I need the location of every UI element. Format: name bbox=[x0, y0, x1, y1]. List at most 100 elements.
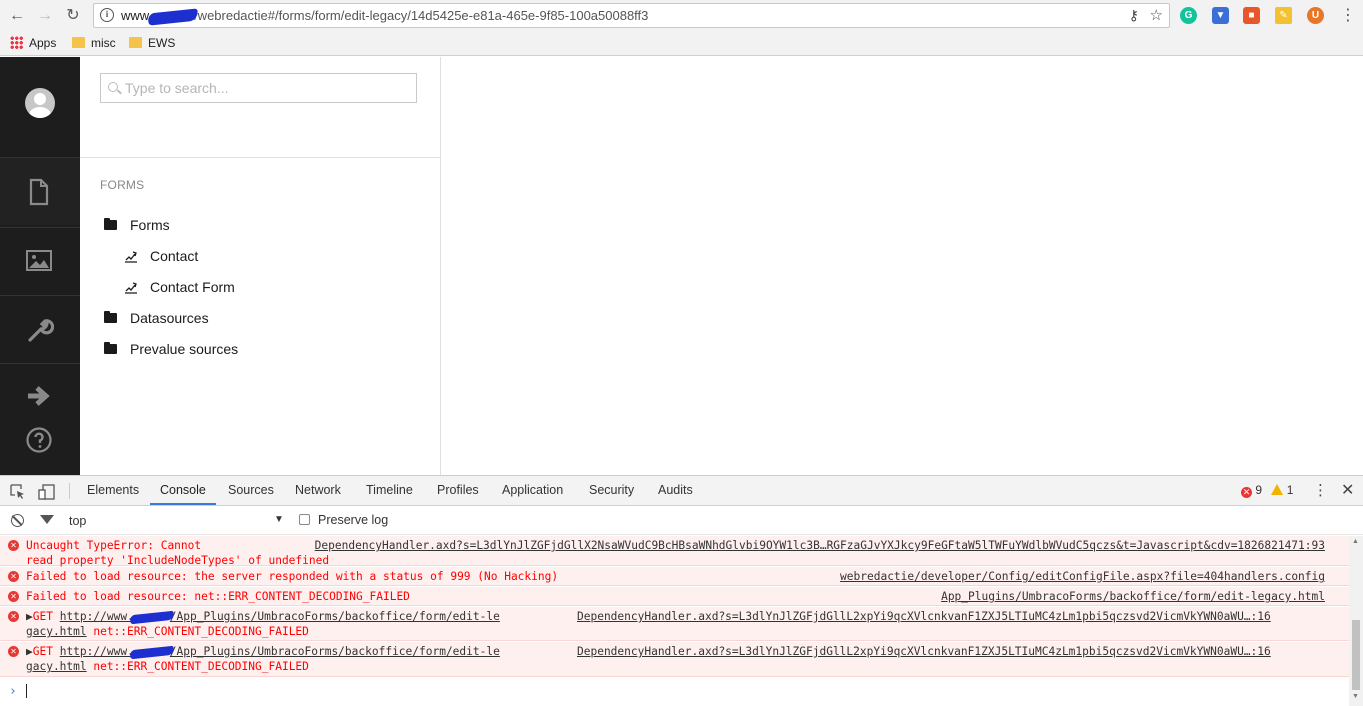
chevron-down-icon[interactable]: ▼ bbox=[274, 514, 284, 525]
error-text: ▶GET http://www. /App_Plugins/UmbracoForm… bbox=[26, 644, 500, 674]
error-icon: ✕ bbox=[8, 611, 19, 622]
bookmark-label: EWS bbox=[148, 36, 176, 50]
form-icon bbox=[125, 282, 137, 294]
help-icon[interactable] bbox=[26, 426, 54, 454]
tab-elements[interactable]: Elements bbox=[87, 483, 139, 497]
request-url-link[interactable]: http://www. /App_Plugins/UmbracoForms/bac… bbox=[60, 610, 500, 624]
tab-audits[interactable]: Audits bbox=[658, 483, 693, 497]
scroll-up-icon[interactable]: ▲ bbox=[1352, 538, 1359, 545]
warning-icon bbox=[1271, 484, 1284, 495]
reload-icon[interactable]: ↻ bbox=[63, 6, 83, 26]
forward-arrow-icon[interactable]: → bbox=[35, 6, 55, 26]
error-icon: ✕ bbox=[8, 571, 19, 582]
extension-icon[interactable]: ■ bbox=[1243, 7, 1260, 24]
console-input[interactable] bbox=[26, 684, 27, 698]
error-icon: ✕ bbox=[8, 540, 19, 551]
apps-grid-icon bbox=[10, 36, 23, 49]
tab-network[interactable]: Network bbox=[295, 483, 341, 497]
request-url-link[interactable]: http://www. /App_Plugins/UmbracoForms/bac… bbox=[60, 645, 500, 659]
section-media[interactable] bbox=[0, 227, 80, 295]
search-input[interactable] bbox=[125, 79, 405, 97]
device-mode-icon[interactable] bbox=[38, 484, 56, 500]
tab-application[interactable]: Application bbox=[502, 483, 563, 497]
source-link[interactable]: webredactie/developer/Config/editConfigF… bbox=[840, 569, 1325, 584]
section-settings[interactable] bbox=[0, 295, 80, 363]
folder-icon bbox=[129, 37, 142, 48]
tree-node-label: Datasources bbox=[130, 310, 209, 326]
media-icon bbox=[26, 250, 52, 271]
folder-icon bbox=[104, 342, 117, 354]
info-icon[interactable]: i bbox=[100, 8, 114, 22]
tab-timeline[interactable]: Timeline bbox=[366, 483, 413, 497]
source-link[interactable]: App_Plugins/UmbracoForms/backoffice/form… bbox=[941, 589, 1325, 604]
tab-security[interactable]: Security bbox=[589, 483, 634, 497]
key-icon[interactable]: ⚷ bbox=[1129, 7, 1139, 24]
url-text[interactable]: www./webredactie#/forms/form/edit-legacy… bbox=[121, 7, 648, 26]
separator bbox=[69, 483, 70, 499]
bookmarks-bar: Apps misc EWS bbox=[0, 32, 1363, 56]
console-scrollbar[interactable]: ▲ ▼ bbox=[1349, 536, 1363, 706]
checkbox[interactable] bbox=[299, 514, 310, 525]
warning-count: 1 bbox=[1286, 483, 1294, 497]
devtools-panel: Elements Console Sources Network Timelin… bbox=[0, 475, 1363, 706]
expand-triangle-icon[interactable]: ▶ bbox=[26, 645, 33, 658]
tree-heading: FORMS bbox=[100, 178, 145, 192]
star-icon[interactable]: ☆ bbox=[1150, 6, 1163, 24]
console-toolbar: top ▼ Preserve log bbox=[0, 507, 1363, 535]
url-part: /App_Plugins/UmbracoForms/backoffice/for… bbox=[169, 645, 500, 658]
console-error-row[interactable]: ✕ ▶GET http://www. /App_Plugins/UmbracoFo… bbox=[0, 642, 1349, 677]
scroll-thumb[interactable] bbox=[1352, 620, 1360, 690]
console-messages: ✕ Uncaught TypeError: Cannot read proper… bbox=[0, 536, 1349, 706]
tree-search[interactable] bbox=[100, 73, 417, 103]
error-text-line: read property 'IncludeNodeTypes' of unde… bbox=[26, 554, 330, 567]
console-error-row[interactable]: ✕ Failed to load resource: the server re… bbox=[0, 567, 1349, 586]
editor-content-area bbox=[441, 57, 1363, 475]
tab-console[interactable]: Console bbox=[160, 483, 206, 497]
back-arrow-icon[interactable]: ← bbox=[7, 6, 27, 26]
devtools-menu-icon[interactable]: ⋮ bbox=[1313, 481, 1328, 499]
source-link[interactable]: DependencyHandler.axd?s=L3dlYnJlZGFjdGll… bbox=[315, 538, 1325, 553]
grammarly-extension-icon[interactable]: G bbox=[1180, 7, 1197, 24]
browser-toolbar: ← → ↻ i www./webredactie#/forms/form/edi… bbox=[0, 0, 1363, 32]
scroll-down-icon[interactable]: ▼ bbox=[1352, 693, 1359, 700]
console-error-row[interactable]: ✕ Uncaught TypeError: Cannot read proper… bbox=[0, 536, 1349, 567]
request-url-link[interactable]: gacy.html bbox=[26, 660, 87, 673]
bookmark-ews[interactable]: EWS bbox=[129, 36, 175, 50]
error-text-line: Uncaught TypeError: Cannot bbox=[26, 539, 202, 552]
extension-icon[interactable]: U bbox=[1307, 7, 1324, 24]
address-bar[interactable]: i www./webredactie#/forms/form/edit-lega… bbox=[93, 3, 1170, 28]
url-part: /App_Plugins/UmbracoForms/backoffice/for… bbox=[169, 610, 500, 623]
inspect-element-icon[interactable] bbox=[10, 484, 26, 500]
tree-node-label: Contact Form bbox=[150, 279, 235, 295]
source-link[interactable]: DependencyHandler.axd?s=L3dlYnJlZGFjdGll… bbox=[577, 609, 1271, 624]
filter-icon[interactable] bbox=[40, 515, 54, 524]
browser-menu-icon[interactable]: ⋮ bbox=[1340, 6, 1356, 26]
content-icon bbox=[29, 178, 49, 206]
folder-icon bbox=[72, 37, 85, 48]
clear-console-icon[interactable] bbox=[11, 514, 24, 527]
bookmark-label: misc bbox=[91, 36, 116, 50]
tab-profiles[interactable]: Profiles bbox=[437, 483, 479, 497]
issue-counter[interactable]: ✕ 9 1 bbox=[1241, 483, 1293, 498]
form-icon bbox=[125, 251, 137, 263]
close-icon[interactable]: ✕ bbox=[1341, 480, 1354, 500]
user-avatar[interactable] bbox=[25, 88, 55, 118]
request-url-link[interactable]: gacy.html bbox=[26, 625, 87, 638]
error-text: ▶GET http://www. /App_Plugins/UmbracoForm… bbox=[26, 609, 500, 639]
exit-arrow-icon[interactable] bbox=[26, 384, 54, 408]
tab-sources[interactable]: Sources bbox=[228, 483, 274, 497]
redaction-scribble bbox=[129, 645, 175, 659]
console-error-row[interactable]: ✕ Failed to load resource: net::ERR_CONT… bbox=[0, 587, 1349, 606]
preserve-log-checkbox[interactable]: Preserve log bbox=[299, 513, 388, 527]
section-content[interactable] bbox=[0, 157, 80, 225]
pencil-extension-icon[interactable]: ✎ bbox=[1275, 7, 1292, 24]
source-link[interactable]: DependencyHandler.axd?s=L3dlYnJlZGFjdGll… bbox=[577, 644, 1271, 659]
bookmark-apps[interactable]: Apps bbox=[10, 36, 56, 50]
wrench-icon bbox=[28, 319, 54, 342]
extension-icon[interactable]: ▼ bbox=[1212, 7, 1229, 24]
expand-triangle-icon[interactable]: ▶ bbox=[26, 610, 33, 623]
context-selector[interactable]: top bbox=[69, 514, 86, 528]
bookmark-misc[interactable]: misc bbox=[72, 36, 116, 50]
folder-icon bbox=[104, 218, 117, 230]
console-error-row[interactable]: ✕ ▶GET http://www. /App_Plugins/UmbracoFo… bbox=[0, 607, 1349, 641]
